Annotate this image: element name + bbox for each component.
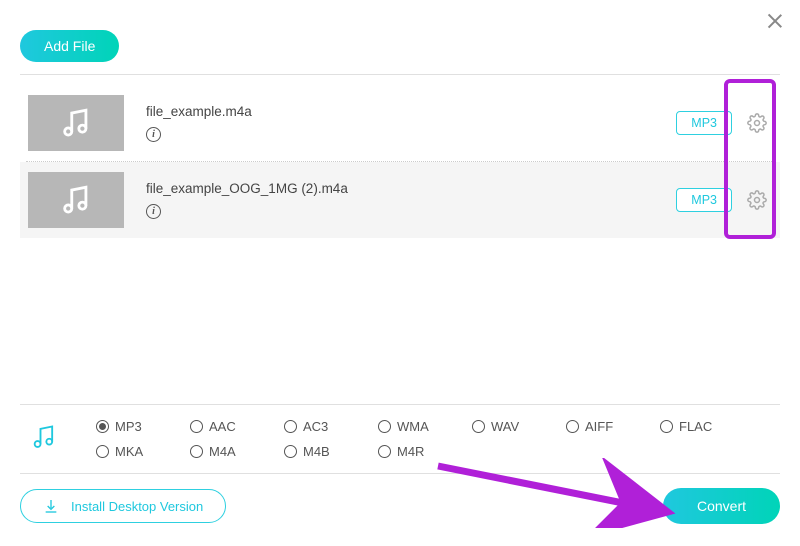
format-label: MP3 bbox=[115, 419, 142, 434]
radio-icon bbox=[378, 445, 391, 458]
format-option-aiff[interactable]: AIFF bbox=[566, 419, 624, 434]
format-label: FLAC bbox=[679, 419, 712, 434]
format-option-mp3[interactable]: MP3 bbox=[96, 419, 154, 434]
output-format-section: MP3 AAC AC3 WMA WAV AIFF FLAC MKA M4A M4… bbox=[20, 404, 780, 474]
format-label: MKA bbox=[115, 444, 143, 459]
radio-icon bbox=[96, 420, 109, 433]
download-icon bbox=[43, 498, 59, 514]
file-thumbnail bbox=[28, 172, 124, 228]
radio-icon bbox=[566, 420, 579, 433]
gear-icon bbox=[747, 190, 767, 210]
radio-icon bbox=[190, 420, 203, 433]
settings-button[interactable] bbox=[746, 189, 768, 211]
format-option-aac[interactable]: AAC bbox=[190, 419, 248, 434]
radio-icon bbox=[284, 420, 297, 433]
format-option-ac3[interactable]: AC3 bbox=[284, 419, 342, 434]
radio-icon bbox=[660, 420, 673, 433]
music-note-icon bbox=[59, 183, 93, 217]
file-row[interactable]: file_example_OOG_1MG (2).m4a i MP3 bbox=[20, 162, 780, 238]
radio-icon bbox=[284, 445, 297, 458]
format-options: MP3 AAC AC3 WMA WAV AIFF FLAC MKA M4A M4… bbox=[96, 419, 718, 459]
format-label: AIFF bbox=[585, 419, 613, 434]
format-label: M4R bbox=[397, 444, 424, 459]
install-desktop-button[interactable]: Install Desktop Version bbox=[20, 489, 226, 523]
radio-icon bbox=[472, 420, 485, 433]
format-option-wma[interactable]: WMA bbox=[378, 419, 436, 434]
info-icon[interactable]: i bbox=[146, 204, 161, 219]
format-label: WMA bbox=[397, 419, 429, 434]
format-option-mka[interactable]: MKA bbox=[96, 444, 154, 459]
format-option-flac[interactable]: FLAC bbox=[660, 419, 718, 434]
file-list: file_example.m4a i MP3 file_example_OOG_… bbox=[20, 74, 780, 238]
format-label: AAC bbox=[209, 419, 236, 434]
gear-icon bbox=[747, 113, 767, 133]
install-label: Install Desktop Version bbox=[71, 499, 203, 514]
divider bbox=[20, 74, 780, 75]
file-meta: file_example.m4a i bbox=[146, 104, 676, 142]
settings-button[interactable] bbox=[746, 112, 768, 134]
format-option-m4a[interactable]: M4A bbox=[190, 444, 248, 459]
format-label: M4B bbox=[303, 444, 330, 459]
format-label: M4A bbox=[209, 444, 236, 459]
format-badge[interactable]: MP3 bbox=[676, 188, 732, 212]
radio-icon bbox=[190, 445, 203, 458]
file-name: file_example_OOG_1MG (2).m4a bbox=[146, 181, 676, 196]
format-label: WAV bbox=[491, 419, 519, 434]
file-thumbnail bbox=[28, 95, 124, 151]
file-meta: file_example_OOG_1MG (2).m4a i bbox=[146, 181, 676, 219]
music-note-icon bbox=[30, 423, 58, 456]
info-icon[interactable]: i bbox=[146, 127, 161, 142]
format-option-m4r[interactable]: M4R bbox=[378, 444, 436, 459]
music-note-icon bbox=[59, 106, 93, 140]
add-file-button[interactable]: Add File bbox=[20, 30, 119, 62]
radio-icon bbox=[96, 445, 109, 458]
convert-button[interactable]: Convert bbox=[663, 488, 780, 524]
file-name: file_example.m4a bbox=[146, 104, 676, 119]
file-row[interactable]: file_example.m4a i MP3 bbox=[20, 85, 780, 161]
close-icon[interactable] bbox=[766, 12, 784, 30]
format-option-m4b[interactable]: M4B bbox=[284, 444, 342, 459]
format-badge[interactable]: MP3 bbox=[676, 111, 732, 135]
radio-icon bbox=[378, 420, 391, 433]
bottom-bar: Install Desktop Version Convert bbox=[20, 488, 780, 524]
format-option-wav[interactable]: WAV bbox=[472, 419, 530, 434]
format-label: AC3 bbox=[303, 419, 328, 434]
